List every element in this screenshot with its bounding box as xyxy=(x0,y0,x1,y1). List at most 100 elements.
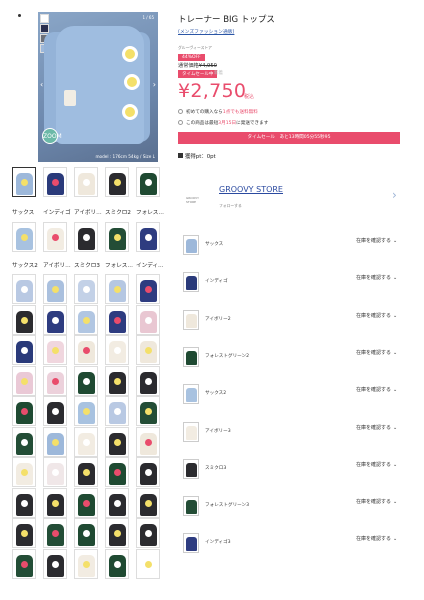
product-thumbnail[interactable] xyxy=(12,365,36,396)
product-thumbnail[interactable] xyxy=(136,274,160,304)
product-thumbnail[interactable] xyxy=(136,335,160,365)
product-thumbnail[interactable] xyxy=(43,274,67,304)
product-thumbnail[interactable] xyxy=(12,457,36,487)
print-graphic xyxy=(83,499,90,507)
main-product-image[interactable]: 1 / 65 ‹ › ZOOM model : 176cm 54kg / Siz… xyxy=(38,12,158,162)
product-thumbnail[interactable] xyxy=(136,304,160,335)
variant-thumbnail[interactable] xyxy=(183,346,199,367)
product-thumbnail[interactable] xyxy=(105,365,129,396)
product-thumbnail[interactable] xyxy=(43,304,67,335)
product-thumbnail[interactable] xyxy=(136,167,160,197)
check-stock-button[interactable]: 在庫を確認する ⌄ xyxy=(356,497,400,508)
product-thumbnail[interactable] xyxy=(136,518,160,548)
chevron-right-icon[interactable]: › xyxy=(392,188,397,202)
product-thumbnail[interactable] xyxy=(74,304,98,335)
product-thumbnail[interactable] xyxy=(136,222,160,252)
zoom-button[interactable]: ZOOM xyxy=(42,128,62,144)
store-name-link[interactable]: GROOVY STORE xyxy=(219,185,283,194)
check-stock-button[interactable]: 在庫を確認する ⌄ xyxy=(356,311,400,322)
product-thumbnail[interactable] xyxy=(74,335,98,365)
print-graphic xyxy=(114,377,121,385)
product-thumbnail[interactable] xyxy=(74,365,98,396)
product-thumbnail[interactable] xyxy=(136,487,160,518)
points-earned: 獲得pt：0pt xyxy=(178,152,216,160)
print-graphic xyxy=(83,347,90,354)
product-thumbnail[interactable] xyxy=(43,487,67,518)
variant-thumbnail[interactable] xyxy=(183,421,199,442)
print-graphic xyxy=(52,377,59,385)
print-graphic xyxy=(145,530,152,537)
product-thumbnail[interactable] xyxy=(74,487,98,518)
product-thumbnail[interactable] xyxy=(105,222,129,252)
product-thumbnail[interactable] xyxy=(43,167,67,197)
store-logo[interactable]: GROOVY STORE xyxy=(186,196,204,204)
product-thumbnail[interactable] xyxy=(43,426,67,457)
product-thumbnail[interactable] xyxy=(12,167,36,197)
check-stock-button[interactable]: 在庫を確認する ⌄ xyxy=(356,534,400,545)
product-thumbnail[interactable] xyxy=(105,457,129,487)
product-thumbnail[interactable] xyxy=(136,457,160,487)
variant-thumbnail[interactable] xyxy=(183,272,199,293)
product-thumbnail[interactable] xyxy=(12,518,36,548)
product-thumbnail[interactable] xyxy=(12,426,36,457)
color-swatch[interactable] xyxy=(40,24,49,33)
category-link[interactable]: (メンズファッション通販) xyxy=(178,28,234,35)
product-thumbnail[interactable] xyxy=(136,365,160,396)
store-follow-link[interactable]: フォローする xyxy=(219,203,242,209)
product-thumbnail[interactable] xyxy=(105,167,129,197)
variant-thumbnail[interactable] xyxy=(183,458,199,479)
product-thumbnail[interactable] xyxy=(12,335,36,365)
print-graphic xyxy=(83,438,90,446)
product-thumbnail[interactable] xyxy=(74,518,98,548)
product-thumbnail[interactable] xyxy=(136,548,160,579)
product-thumbnail[interactable] xyxy=(12,548,36,579)
product-thumbnail[interactable] xyxy=(105,396,129,426)
product-thumbnail[interactable] xyxy=(12,274,36,304)
product-thumbnail[interactable] xyxy=(136,396,160,426)
variant-thumbnail[interactable] xyxy=(183,496,199,517)
product-thumbnail[interactable] xyxy=(43,335,67,365)
check-stock-button[interactable]: 在庫を確認する ⌄ xyxy=(356,273,400,284)
product-thumbnail[interactable] xyxy=(43,457,67,487)
color-swatch[interactable] xyxy=(40,14,49,23)
product-thumbnail[interactable] xyxy=(105,426,129,457)
product-thumbnail[interactable] xyxy=(12,396,36,426)
product-thumbnail[interactable] xyxy=(105,487,129,518)
product-thumbnail[interactable] xyxy=(43,222,67,252)
check-stock-button[interactable]: 在庫を確認する ⌄ xyxy=(356,423,400,434)
product-thumbnail[interactable] xyxy=(43,365,67,396)
check-stock-button[interactable]: 在庫を確認する ⌄ xyxy=(356,348,400,359)
product-thumbnail[interactable] xyxy=(74,457,98,487)
prev-image-arrow-icon[interactable]: ‹ xyxy=(40,80,43,89)
product-thumbnail[interactable] xyxy=(12,304,36,335)
check-stock-button[interactable]: 在庫を確認する ⌄ xyxy=(356,236,400,247)
print-graphic xyxy=(52,234,59,241)
sweatshirt-graphic xyxy=(186,350,197,365)
print-graphic xyxy=(52,560,59,568)
check-stock-label: 在庫を確認する xyxy=(356,461,392,468)
product-thumbnail[interactable] xyxy=(74,396,98,426)
next-image-arrow-icon[interactable]: › xyxy=(153,80,156,89)
product-thumbnail[interactable] xyxy=(12,222,36,252)
product-thumbnail[interactable] xyxy=(105,518,129,548)
product-thumbnail[interactable] xyxy=(105,335,129,365)
variant-thumbnail[interactable] xyxy=(183,533,199,554)
product-thumbnail[interactable] xyxy=(74,222,98,252)
check-stock-button[interactable]: 在庫を確認する ⌄ xyxy=(356,385,400,396)
product-thumbnail[interactable] xyxy=(74,167,98,197)
product-thumbnail[interactable] xyxy=(136,426,160,457)
product-thumbnail[interactable] xyxy=(74,426,98,457)
product-thumbnail[interactable] xyxy=(105,274,129,304)
check-stock-button[interactable]: 在庫を確認する ⌄ xyxy=(356,460,400,471)
variant-thumbnail[interactable] xyxy=(183,235,199,255)
product-thumbnail[interactable] xyxy=(105,304,129,335)
product-thumbnail[interactable] xyxy=(105,548,129,579)
product-thumbnail[interactable] xyxy=(43,548,67,579)
variant-thumbnail[interactable] xyxy=(183,384,199,405)
product-thumbnail[interactable] xyxy=(43,396,67,426)
product-thumbnail[interactable] xyxy=(74,548,98,579)
product-thumbnail[interactable] xyxy=(12,487,36,518)
product-thumbnail[interactable] xyxy=(74,274,98,304)
product-thumbnail[interactable] xyxy=(43,518,67,548)
variant-thumbnail[interactable] xyxy=(183,309,199,330)
